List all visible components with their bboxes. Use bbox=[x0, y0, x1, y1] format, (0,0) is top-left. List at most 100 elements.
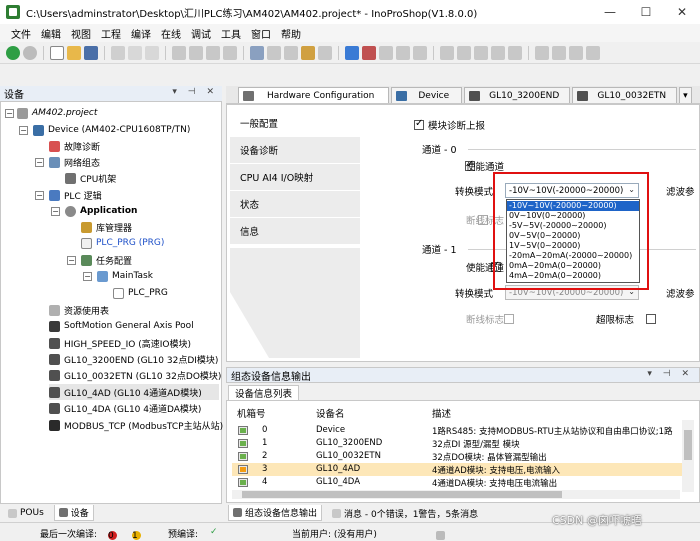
copy-icon[interactable] bbox=[189, 45, 203, 60]
force-icon[interactable] bbox=[508, 45, 522, 60]
menu-view[interactable]: 视图 bbox=[66, 26, 96, 41]
menu-help[interactable]: 帮助 bbox=[276, 26, 306, 41]
panel-pin-icons[interactable]: ▾ ⊣ ✕ bbox=[172, 87, 218, 97]
tree-gl10-0032etn[interactable]: GL10_0032ETN (GL10 32点DO模块) bbox=[49, 367, 221, 383]
menu-debug[interactable]: 调试 bbox=[186, 26, 216, 41]
step-out-icon[interactable] bbox=[474, 45, 488, 60]
col-header-description[interactable]: 描述 bbox=[432, 406, 451, 420]
build-icon[interactable] bbox=[301, 45, 315, 60]
breakpoint-icon[interactable] bbox=[491, 45, 505, 60]
panel-pin-icons[interactable]: ▾ ⊣ ✕ bbox=[647, 369, 693, 379]
expand-toggle[interactable]: − bbox=[51, 207, 60, 216]
close-button[interactable]: ✕ bbox=[664, 0, 700, 24]
tree-axis-pool[interactable]: SoftMotion General Axis Pool bbox=[49, 318, 194, 334]
expand-toggle[interactable]: − bbox=[83, 272, 92, 281]
table-row[interactable]: 3 GL10_4AD 4通道AD模块: 支持电压,电流输入 bbox=[232, 463, 682, 476]
tree-maintask[interactable]: MainTask bbox=[97, 268, 153, 284]
tab-gl10-0032etn[interactable]: GL10_0032ETN bbox=[572, 87, 678, 103]
menu-project[interactable]: 工程 bbox=[96, 26, 126, 41]
tree-resource-table[interactable]: 资源使用表 bbox=[49, 302, 109, 318]
nav-info[interactable]: 信息 bbox=[230, 218, 360, 245]
col-header-device-name[interactable]: 设备名 bbox=[316, 406, 345, 420]
expand-toggle[interactable]: − bbox=[19, 126, 28, 135]
table-row[interactable]: 4 GL10_4DA 4通道DA模块: 支持电压电流输出 bbox=[232, 476, 682, 488]
tree-high-speed-io[interactable]: HIGH_SPEED_IO (高速IO模块) bbox=[49, 335, 191, 351]
stop-icon[interactable] bbox=[413, 45, 427, 60]
menu-window[interactable]: 窗口 bbox=[246, 26, 276, 41]
nav-general-config[interactable]: 一般配置 bbox=[230, 110, 360, 137]
menu-file[interactable]: 文件 bbox=[6, 26, 36, 41]
step-into-icon[interactable] bbox=[440, 45, 454, 60]
tree-plc-logic[interactable]: PLC 逻辑 bbox=[49, 187, 102, 203]
tab-overflow-chevron-down-icon[interactable]: ▾ bbox=[679, 87, 692, 103]
back-icon[interactable] bbox=[6, 45, 20, 60]
module-diag-checkbox[interactable] bbox=[414, 118, 424, 130]
find-icon[interactable] bbox=[250, 45, 264, 60]
write-values-icon[interactable] bbox=[535, 45, 549, 60]
tab-pous[interactable]: POUs bbox=[4, 507, 48, 519]
menu-edit[interactable]: 编辑 bbox=[36, 26, 66, 41]
tab-gl10-3200end[interactable]: GL10_3200END bbox=[464, 87, 571, 103]
tab-device[interactable]: Device bbox=[391, 87, 463, 103]
menu-tools[interactable]: 工具 bbox=[216, 26, 246, 41]
cut-icon[interactable] bbox=[172, 45, 186, 60]
settings-icon[interactable] bbox=[586, 45, 600, 60]
tree-application[interactable]: Application bbox=[65, 203, 137, 219]
tree-device[interactable]: Device (AM402-CPU1608TP/TN) bbox=[33, 122, 190, 138]
replace-icon[interactable] bbox=[284, 45, 298, 60]
forward-icon[interactable] bbox=[23, 45, 37, 60]
tree-project[interactable]: AM402.project bbox=[17, 105, 97, 121]
trace-icon[interactable] bbox=[569, 45, 583, 60]
monitor-icon[interactable] bbox=[552, 45, 566, 60]
table-row[interactable]: 2 GL10_0032ETN 32点DO模块: 晶体管漏型输出 bbox=[232, 450, 682, 463]
horizontal-scrollbar[interactable] bbox=[232, 490, 680, 499]
nav-device-diagnosis[interactable]: 设备诊断 bbox=[230, 137, 360, 164]
tree-task-config[interactable]: 任务配置 bbox=[81, 252, 132, 268]
tree-gl10-4da[interactable]: GL10_4DA (GL10 4通道DA模块) bbox=[49, 400, 201, 416]
table-row[interactable]: 0 Device 1路RS485: 支持MODBUS-RTU主从站协议和自由串口… bbox=[232, 424, 682, 437]
nav-io-mapping[interactable]: CPU AI4 I/O映射 bbox=[230, 164, 360, 191]
nav-status[interactable]: 状态 bbox=[230, 191, 360, 218]
expand-toggle[interactable]: − bbox=[5, 109, 14, 118]
tree-cpu-rack[interactable]: CPU机架 bbox=[65, 170, 116, 186]
tree-gl10-4ad[interactable]: GL10_4AD (GL10 4通道AD模块) bbox=[49, 384, 219, 400]
vertical-scrollbar[interactable] bbox=[682, 420, 694, 492]
tree-library-manager[interactable]: 库管理器 bbox=[81, 219, 132, 235]
tree-plc-prg-call[interactable]: PLC_PRG bbox=[113, 285, 168, 301]
tab-devices[interactable]: 设备 bbox=[53, 505, 94, 521]
new-file-icon[interactable] bbox=[50, 45, 64, 60]
tree-modbus-tcp[interactable]: MODBUS_TCP (ModbusTCP主站从站) bbox=[49, 417, 223, 433]
logout-icon[interactable] bbox=[362, 45, 376, 60]
minimize-button[interactable]: — bbox=[592, 0, 628, 24]
table-row[interactable]: 1 GL10_3200END 32点DI 源型/漏型 模块 bbox=[232, 437, 682, 450]
delete-icon[interactable] bbox=[223, 45, 237, 60]
tab-device-info-list[interactable]: 设备信息列表 bbox=[228, 385, 300, 400]
tree-plc-prg[interactable]: PLC_PRG (PRG) bbox=[81, 235, 164, 251]
menu-online[interactable]: 在线 bbox=[156, 26, 186, 41]
tab-hardware-configuration[interactable]: Hardware Configuration bbox=[238, 87, 390, 103]
tree-diagnosis[interactable]: 故障诊断 bbox=[49, 138, 100, 154]
run-icon[interactable] bbox=[396, 45, 410, 60]
col-header-slot[interactable]: 机箱号 bbox=[237, 406, 266, 420]
expand-toggle[interactable]: − bbox=[35, 158, 44, 167]
channel1-over-range-checkbox[interactable] bbox=[646, 314, 657, 324]
channel1-broken-wire-checkbox[interactable] bbox=[503, 314, 514, 324]
menu-build[interactable]: 编译 bbox=[126, 26, 156, 41]
step-over-icon[interactable] bbox=[457, 45, 471, 60]
login-icon[interactable] bbox=[345, 45, 359, 60]
tree-gl10-3200end[interactable]: GL10_3200END (GL10 32点DI模块) bbox=[49, 351, 218, 367]
undo-icon[interactable] bbox=[128, 45, 142, 60]
expand-toggle[interactable]: − bbox=[67, 256, 76, 265]
tree-network[interactable]: 网络组态 bbox=[49, 154, 100, 170]
paste-icon[interactable] bbox=[206, 45, 220, 60]
print-icon[interactable] bbox=[111, 45, 125, 60]
tab-config-output[interactable]: 组态设备信息输出 bbox=[228, 505, 323, 521]
save-icon[interactable] bbox=[84, 45, 98, 60]
maximize-button[interactable]: ☐ bbox=[628, 0, 664, 24]
expand-toggle[interactable]: − bbox=[35, 191, 44, 200]
open-folder-icon[interactable] bbox=[67, 45, 81, 60]
redo-icon[interactable] bbox=[145, 45, 159, 60]
tab-messages[interactable]: 消息 - 0个错误，1警告，5条消息 bbox=[328, 506, 482, 521]
rebuild-icon[interactable] bbox=[318, 45, 332, 60]
bookmark-icon[interactable] bbox=[267, 45, 281, 60]
